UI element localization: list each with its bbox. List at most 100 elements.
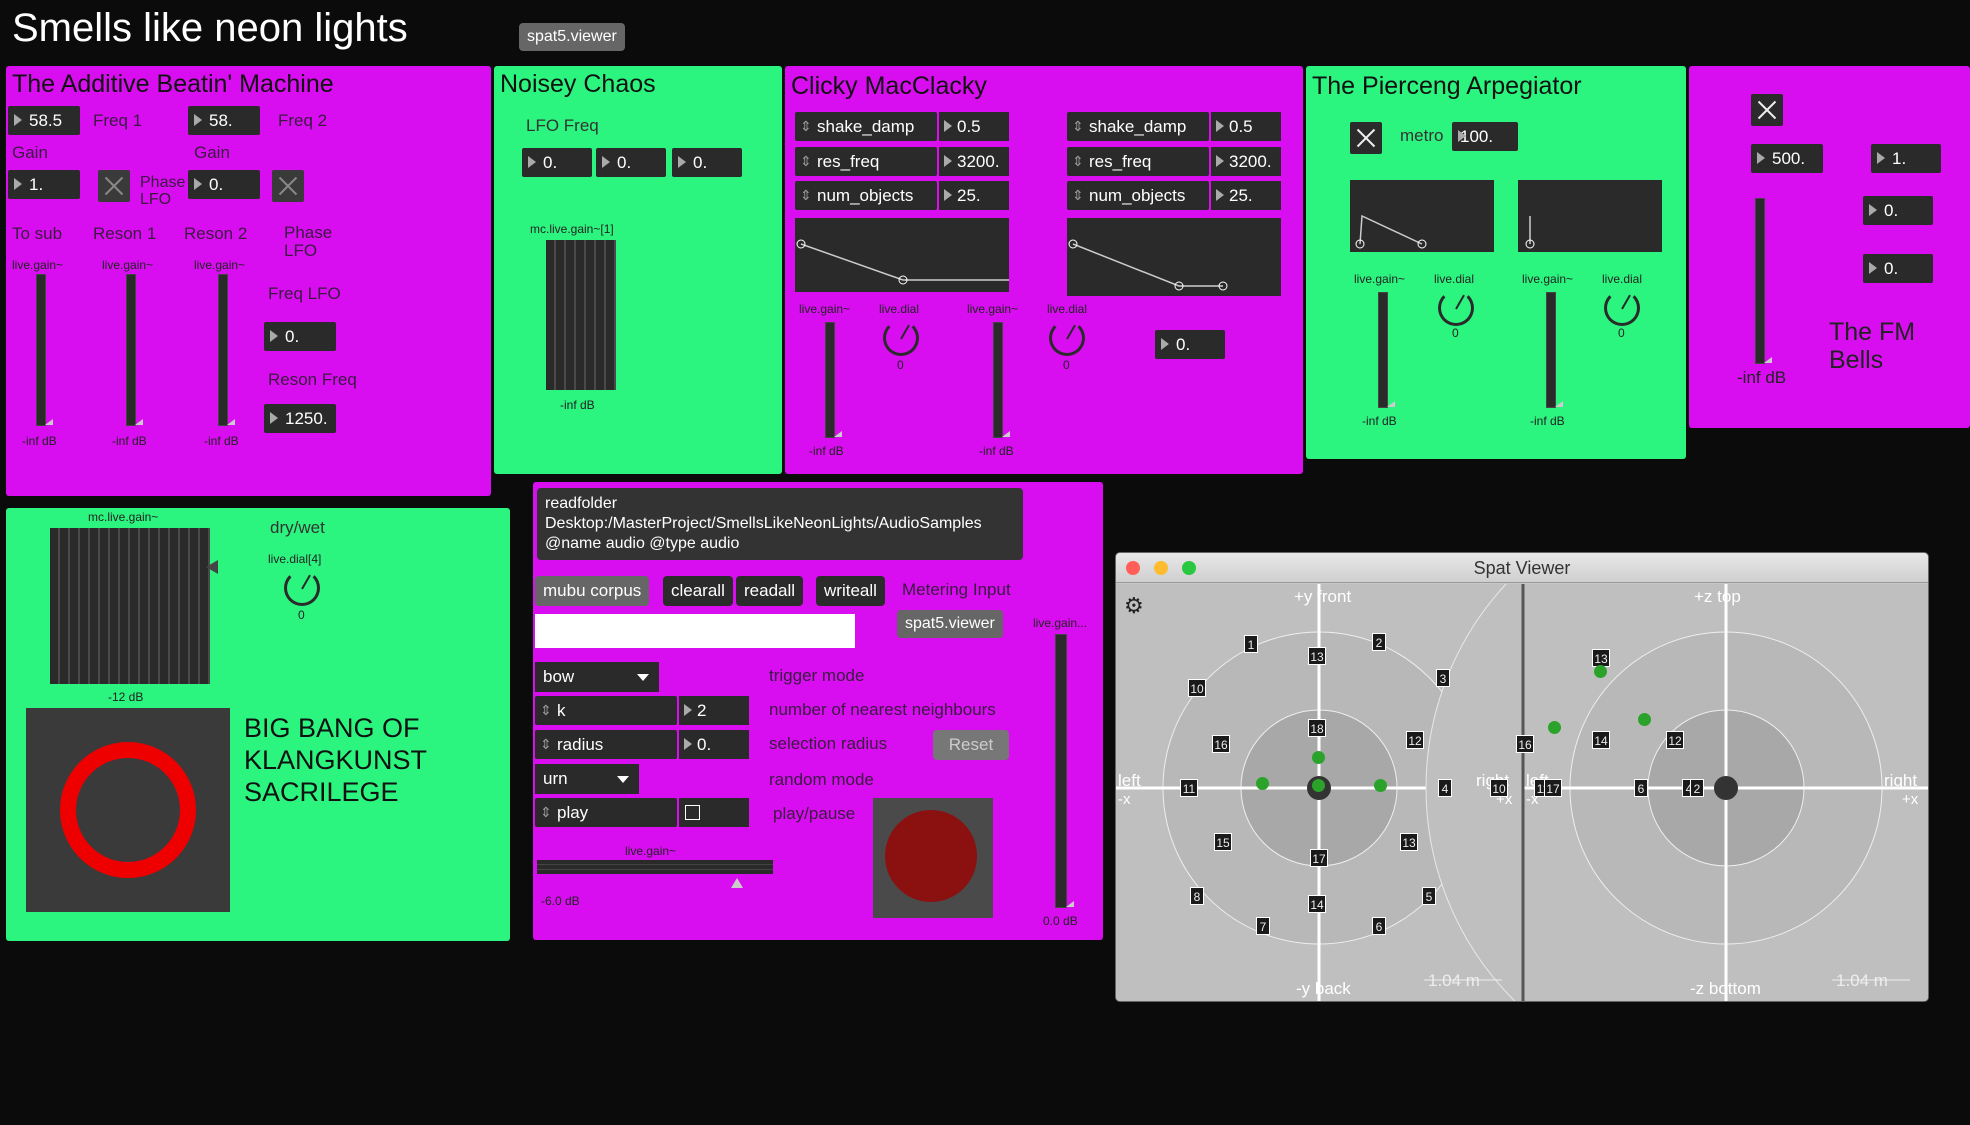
pierceng-toggle[interactable] — [1350, 122, 1382, 154]
speaker-14[interactable]: 14 — [1308, 895, 1326, 913]
fm-number-1[interactable]: 1. — [1871, 144, 1941, 173]
pierceng-envelope-1[interactable] — [1350, 180, 1494, 252]
speaker-4[interactable]: 4 — [1438, 779, 1452, 797]
speaker-6[interactable]: 6 — [1372, 917, 1386, 935]
pierceng-dial-1[interactable] — [1438, 290, 1474, 326]
source-left-b[interactable] — [1256, 777, 1269, 790]
source-left-c[interactable] — [1374, 779, 1387, 792]
speaker-r10[interactable]: 10 — [1490, 779, 1508, 797]
shake-damp-val-1[interactable]: 0.5 — [939, 112, 1009, 141]
res-freq-attr-1[interactable]: res_freq — [795, 147, 937, 176]
source-right-b[interactable] — [1548, 721, 1561, 734]
readfolder-message[interactable]: readfolder Desktop:/MasterProject/Smells… — [537, 488, 1023, 560]
speaker-r6[interactable]: 6 — [1634, 779, 1648, 797]
speaker-r2[interactable]: 2 — [1690, 779, 1704, 797]
reson-freq-number[interactable]: 1250. — [264, 404, 336, 433]
speaker-18[interactable]: 18 — [1308, 719, 1326, 737]
mc-gain-slider[interactable] — [546, 240, 616, 390]
play-checkbox[interactable] — [679, 798, 749, 827]
speaker-7[interactable]: 7 — [1256, 917, 1270, 935]
pierceng-gain-slider-1[interactable] — [1378, 292, 1395, 408]
speaker-12[interactable]: 12 — [1406, 731, 1424, 749]
clicky-dial-1[interactable] — [883, 320, 919, 356]
play-pause-button[interactable] — [873, 798, 993, 918]
source-right-c[interactable] — [1638, 713, 1651, 726]
speaker-3[interactable]: 3 — [1436, 669, 1450, 687]
gain-slider-1[interactable] — [36, 274, 53, 426]
corpus-gain-slider[interactable] — [537, 860, 773, 874]
clicky-dial-2[interactable] — [1049, 320, 1085, 356]
speaker-13a[interactable]: 13 — [1308, 647, 1326, 665]
source-right-a[interactable] — [1594, 665, 1607, 678]
lfo-number-1[interactable]: 0. — [522, 148, 592, 177]
speaker-1[interactable]: 1 — [1244, 635, 1258, 653]
clearall-button[interactable]: clearall — [663, 576, 733, 606]
shake-damp-attr-2[interactable]: shake_damp — [1067, 112, 1209, 141]
num-objects-attr-2[interactable]: num_objects — [1067, 181, 1209, 210]
fm-number-0b[interactable]: 0. — [1863, 254, 1933, 283]
corpus-gain-handle[interactable] — [731, 878, 743, 888]
mubu-corpus-button[interactable]: mubu corpus — [535, 576, 650, 606]
shake-damp-val-2[interactable]: 0.5 — [1211, 112, 1281, 141]
k-value[interactable]: 2 — [679, 696, 749, 725]
drywet-dial[interactable] — [284, 570, 320, 606]
speaker-r14[interactable]: 14 — [1592, 731, 1610, 749]
speaker-r16[interactable]: 16 — [1516, 735, 1534, 753]
speaker-11[interactable]: 11 — [1180, 779, 1198, 797]
clicky-gain-slider-2[interactable] — [993, 322, 1010, 438]
bigbang-button[interactable] — [26, 708, 230, 912]
lfo-number-3[interactable]: 0. — [672, 148, 742, 177]
gain2-number[interactable]: 0. — [188, 170, 260, 199]
speaker-17[interactable]: 17 — [1310, 849, 1328, 867]
fm-number-0a[interactable]: 0. — [1863, 196, 1933, 225]
toggle-1[interactable] — [98, 170, 130, 202]
gain-slider-3[interactable] — [218, 274, 235, 426]
speaker-15[interactable]: 15 — [1214, 833, 1232, 851]
radius-attr[interactable]: radius — [535, 730, 677, 759]
num-objects-val-2[interactable]: 25. — [1211, 181, 1281, 210]
pierceng-dial-2[interactable] — [1604, 290, 1640, 326]
freq1-number[interactable]: 58.5 — [8, 106, 80, 135]
envelope-2[interactable] — [1067, 218, 1281, 296]
radius-value[interactable]: 0. — [679, 730, 749, 759]
clicky-extra-number[interactable]: 0. — [1155, 330, 1225, 359]
random-mode-dropdown[interactable]: urn — [535, 764, 639, 794]
source-left-a[interactable] — [1312, 751, 1325, 764]
k-attr[interactable]: k — [535, 696, 677, 725]
speaker-r17[interactable]: 17 — [1544, 779, 1562, 797]
corpus-viewer-button[interactable]: spat5.viewer — [897, 610, 1003, 638]
metro-number[interactable]: 100. — [1452, 122, 1518, 151]
spat-viewer-button[interactable]: spat5.viewer — [519, 23, 625, 51]
shake-damp-attr-1[interactable]: shake_damp — [795, 112, 937, 141]
fm-toggle[interactable] — [1751, 94, 1783, 126]
pierceng-gain-slider-2[interactable] — [1546, 292, 1563, 408]
mode-dropdown[interactable]: bow — [535, 662, 659, 692]
lfo-number-2[interactable]: 0. — [596, 148, 666, 177]
readall-button[interactable]: readall — [736, 576, 804, 606]
freq2-number[interactable]: 58. — [188, 106, 260, 135]
freq-lfo-number[interactable]: 0. — [264, 322, 336, 351]
play-attr[interactable]: play — [535, 798, 677, 827]
speaker-8[interactable]: 8 — [1190, 887, 1204, 905]
speaker-16[interactable]: 16 — [1212, 735, 1230, 753]
gain-slider-2[interactable] — [126, 274, 143, 426]
source-left-d[interactable] — [1312, 779, 1325, 792]
speaker-13b[interactable]: 13 — [1400, 833, 1418, 851]
pierceng-envelope-2[interactable] — [1518, 180, 1662, 252]
fm-number-500[interactable]: 500. — [1751, 144, 1823, 173]
corpus-text-field[interactable] — [535, 614, 855, 648]
num-objects-val-1[interactable]: 25. — [939, 181, 1009, 210]
res-freq-val-1[interactable]: 3200. — [939, 147, 1009, 176]
reset-button[interactable]: Reset — [933, 730, 1009, 760]
meter-input-slider[interactable] — [1055, 634, 1074, 908]
gain1-number[interactable]: 1. — [8, 170, 80, 199]
speaker-5[interactable]: 5 — [1422, 887, 1436, 905]
clicky-gain-slider-1[interactable] — [825, 322, 842, 438]
toggle-2[interactable] — [272, 170, 304, 202]
speaker-10[interactable]: 10 — [1188, 679, 1206, 697]
speaker-r12[interactable]: 12 — [1666, 731, 1684, 749]
spat-canvas[interactable] — [1116, 584, 1929, 1002]
speaker-2[interactable]: 2 — [1372, 633, 1386, 651]
res-freq-attr-2[interactable]: res_freq — [1067, 147, 1209, 176]
spat-viewer-titlebar[interactable]: Spat Viewer — [1116, 553, 1928, 583]
